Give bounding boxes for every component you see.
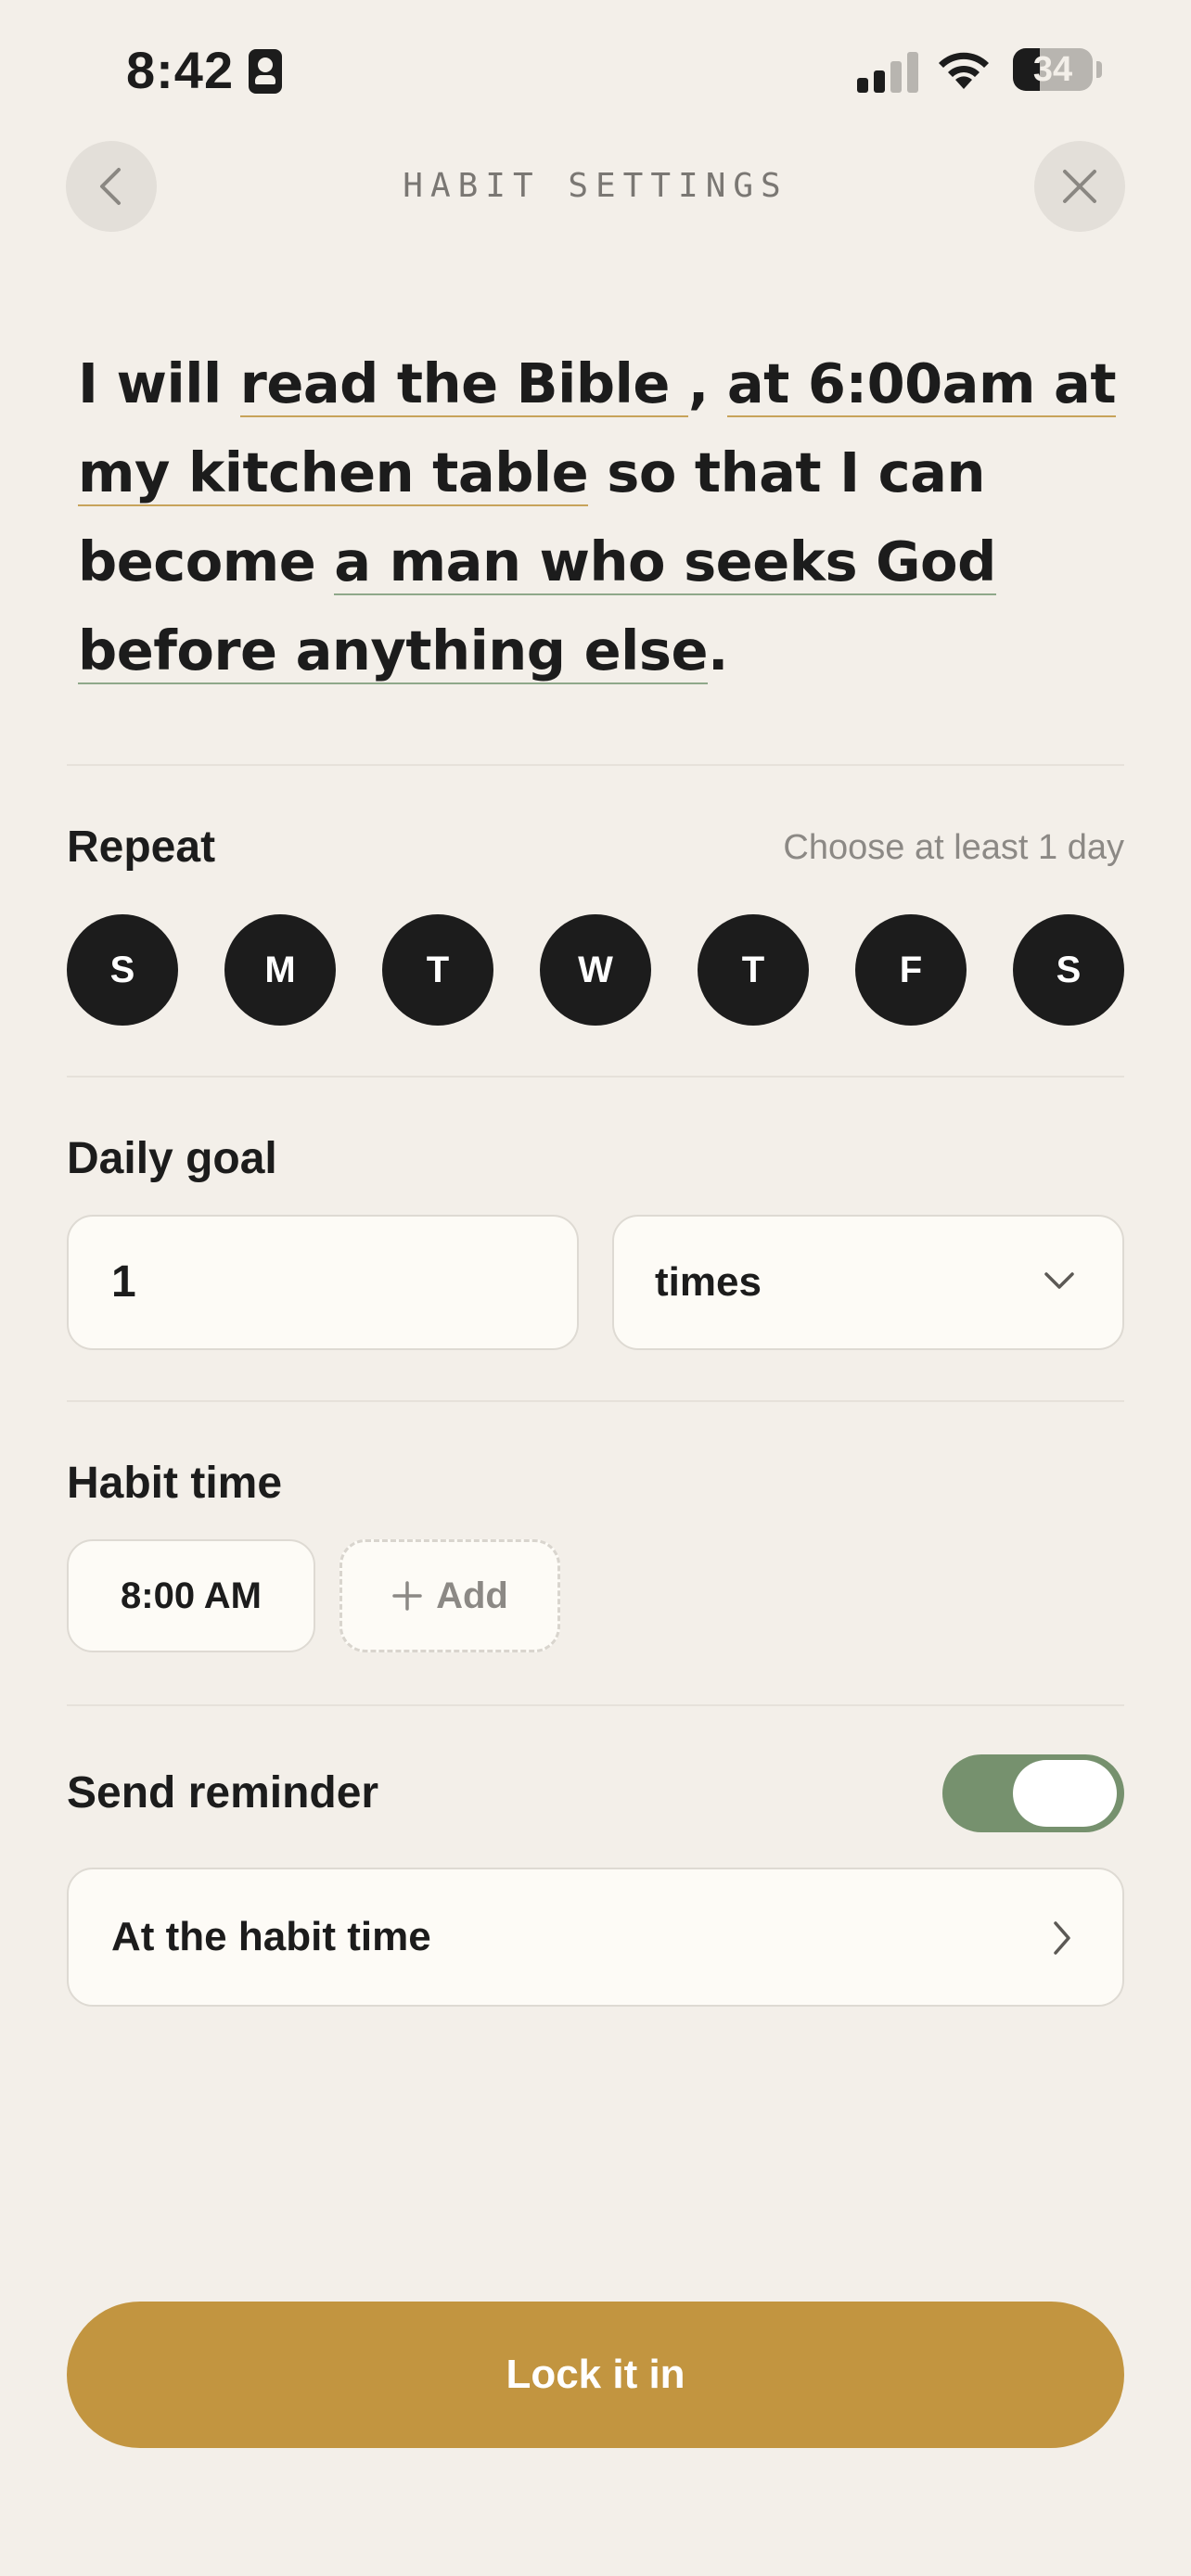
lock-it-in-button[interactable]: Lock it in [67, 2302, 1124, 2448]
reminder-toggle[interactable] [942, 1754, 1124, 1832]
day-tuesday[interactable]: T [382, 914, 493, 1026]
reminder-timing-row[interactable]: At the habit time [67, 1868, 1124, 2007]
day-sunday[interactable]: S [67, 914, 178, 1026]
day-thursday[interactable]: T [698, 914, 809, 1026]
plus-icon [392, 1581, 422, 1611]
send-reminder-label: Send reminder [67, 1768, 379, 1817]
chevron-right-icon [1054, 1921, 1070, 1955]
statement-prefix: I will [78, 351, 240, 415]
cellular-signal-icon [857, 50, 920, 93]
day-selector: S M T W T F S [67, 914, 1124, 1026]
statement-period: . [707, 618, 728, 682]
repeat-label: Repeat [67, 823, 216, 872]
id-card-icon [249, 49, 282, 94]
habit-time-label: Habit time [67, 1459, 283, 1508]
repeat-hint: Choose at least 1 day [783, 828, 1124, 867]
toggle-knob [1013, 1760, 1117, 1827]
divider [67, 1076, 1124, 1078]
divider [67, 764, 1124, 766]
battery-percentage: 34 [1032, 50, 1073, 89]
status-time: 8:42 [126, 41, 235, 99]
wifi-icon [939, 52, 989, 89]
day-saturday[interactable]: S [1013, 914, 1124, 1026]
chevron-down-icon [1044, 1272, 1074, 1289]
day-monday[interactable]: M [224, 914, 336, 1026]
goal-unit-value: times [655, 1259, 762, 1305]
add-time-button[interactable]: Add [339, 1539, 560, 1652]
habit-time-chip[interactable]: 8:00 AM [67, 1539, 315, 1652]
habit-action-field[interactable]: read the Bible [239, 351, 688, 417]
close-button[interactable] [1034, 141, 1125, 232]
reminder-timing-value: At the habit time [111, 1914, 431, 1959]
habit-statement: I will read the Bible , at 6:00am at my … [78, 339, 1135, 695]
daily-goal-label: Daily goal [67, 1134, 277, 1183]
page-title: HABIT SETTINGS [403, 167, 788, 205]
divider [67, 1704, 1124, 1706]
daily-goal-input[interactable]: 1 [67, 1215, 579, 1350]
statement-comma: , [687, 351, 709, 415]
battery-nub [1096, 61, 1102, 78]
day-friday[interactable]: F [855, 914, 967, 1026]
day-wednesday[interactable]: W [540, 914, 651, 1026]
close-icon [1063, 170, 1096, 203]
goal-unit-select[interactable]: times [612, 1215, 1124, 1350]
add-time-label: Add [436, 1575, 508, 1616]
divider [67, 1400, 1124, 1402]
statement-space [709, 351, 727, 415]
